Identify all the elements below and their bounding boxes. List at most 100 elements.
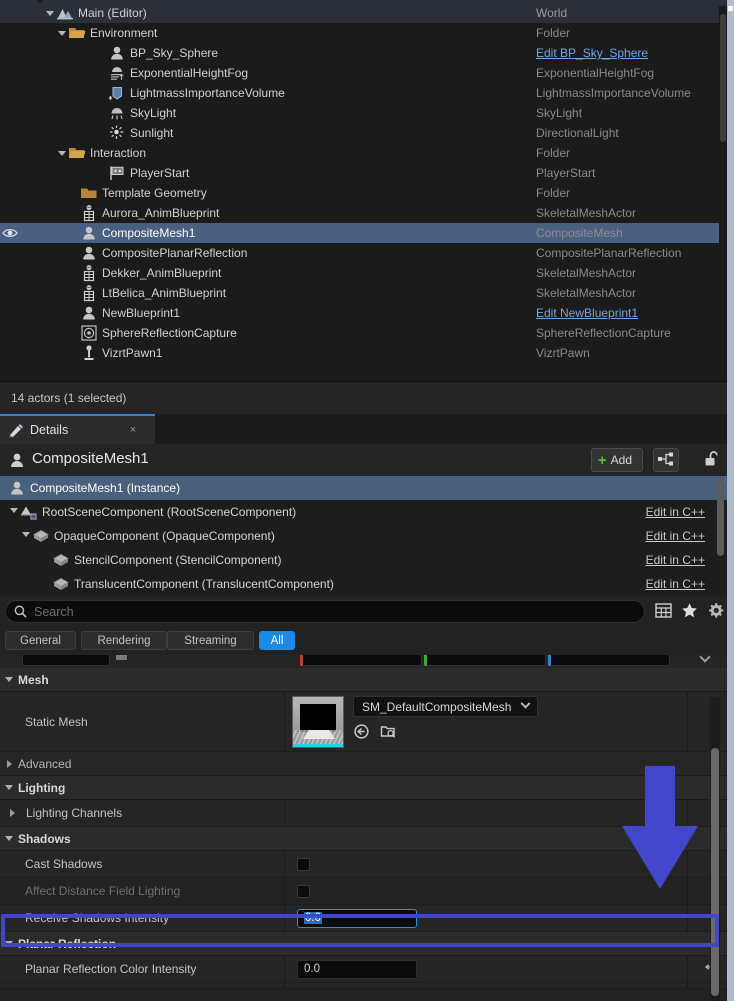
component-tree-row[interactable]: CompositeMesh1 (Instance): [0, 476, 727, 500]
outliner-scrollbar-thumb[interactable]: [720, 14, 726, 142]
actor-icon: [8, 479, 26, 497]
static-mesh-reset-cell: [687, 692, 727, 751]
category-advanced[interactable]: Advanced: [0, 752, 727, 776]
cast-shadows-checkbox[interactable]: [297, 858, 310, 871]
scale-revert-icon[interactable]: [699, 655, 710, 663]
outliner-row[interactable]: ExponentialHeightFog ExponentialHeightFog: [0, 63, 727, 83]
cast-shadows-label: Cast Shadows: [0, 851, 285, 877]
scale-y-field[interactable]: [424, 655, 546, 666]
component-tree-row[interactable]: TranslucentComponent (TranslucentCompone…: [0, 572, 727, 596]
tab-details[interactable]: Details ×: [0, 414, 155, 444]
outliner-row[interactable]: Dekker_AnimBlueprintSkeletalMeshActor: [0, 263, 727, 283]
visibility-eye-icon[interactable]: [2, 226, 18, 240]
scale-z-field[interactable]: [548, 655, 670, 666]
component-graph-button[interactable]: [653, 448, 679, 472]
chevron-down-icon[interactable]: [57, 23, 68, 43]
category-advanced-label: Advanced: [18, 757, 71, 771]
outliner-row[interactable]: CompositeMesh1CompositeMesh: [0, 223, 727, 243]
column-view-icon[interactable]: [655, 602, 673, 620]
outliner-row[interactable]: CompositePlanarReflectionCompositePlanar…: [0, 243, 727, 263]
category-lighting[interactable]: Lighting: [0, 776, 727, 800]
favorites-star-icon[interactable]: [681, 602, 699, 620]
edit-in-cpp-link[interactable]: Edit in C++: [646, 524, 705, 548]
category-mesh-label: Mesh: [18, 673, 49, 687]
outliner-row[interactable]: LightmassImportanceVolumeLightmassImport…: [0, 83, 727, 103]
outliner-row-label: Template Geometry: [102, 183, 207, 203]
actor-icon: [108, 44, 126, 62]
outliner-row[interactable]: LtBelica_AnimBlueprintSkeletalMeshActor: [0, 283, 727, 303]
outliner-row[interactable]: SphereReflectionCaptureSphereReflectionC…: [0, 323, 727, 343]
browse-to-asset-icon[interactable]: [353, 723, 371, 741]
filter-button-general[interactable]: General: [5, 631, 76, 650]
lighting-channels-cell[interactable]: Lighting Channels: [0, 800, 285, 826]
add-component-button[interactable]: + Add: [591, 448, 643, 472]
outliner-row-label: ExponentialHeightFog: [130, 63, 248, 83]
outliner-row[interactable]: Interaction Folder: [0, 143, 727, 163]
component-tree-row[interactable]: StencilComponent (StencilComponent) Edit …: [0, 548, 727, 572]
outliner-row[interactable]: BP_Sky_SphereEdit BP_Sky_Sphere: [0, 43, 727, 63]
outliner-edit-link[interactable]: Edit NewBlueprint1: [536, 303, 638, 323]
edit-in-cpp-link[interactable]: Edit in C++: [646, 500, 705, 524]
outliner-row[interactable]: EnvironmentFolder: [0, 23, 727, 43]
search-input[interactable]: [34, 605, 614, 619]
edit-in-cpp-link[interactable]: Edit in C++: [646, 572, 705, 596]
unreal-editor-window: Main (Editor)WorldEnvironmentFolderBP_Sk…: [0, 0, 734, 1001]
edit-in-cpp-link[interactable]: Edit in C++: [646, 548, 705, 572]
outliner-edit-link[interactable]: Edit BP_Sky_Sphere: [536, 43, 648, 63]
category-shadows[interactable]: Shadows: [0, 827, 727, 851]
component-tree-scrollbar-thumb[interactable]: [717, 480, 724, 556]
outliner-row[interactable]: SkyLightSkyLight: [0, 103, 727, 123]
lighting-channels-label: Lighting Channels: [26, 806, 122, 820]
outliner-row[interactable]: Aurora_AnimBlueprintSkeletalMeshActor: [0, 203, 727, 223]
outliner-row[interactable]: VizrtPawn1VizrtPawn: [0, 343, 727, 363]
chevron-down-icon[interactable]: [45, 3, 56, 23]
component-tree-row[interactable]: RootSceneComponent (RootSceneComponent)E…: [0, 500, 727, 524]
scale-combo-partial[interactable]: [22, 655, 110, 666]
mesh-component-icon: [32, 527, 50, 545]
receive-shadows-input[interactable]: 0.0: [297, 909, 417, 928]
category-planar-reflection-label: Planar Reflection: [18, 937, 116, 951]
scale-x-field[interactable]: [300, 655, 422, 666]
category-mesh[interactable]: Mesh: [0, 668, 727, 692]
static-mesh-thumbnail[interactable]: [292, 696, 344, 748]
lock-details-button[interactable]: [699, 448, 723, 472]
details-search-row: [0, 596, 727, 628]
settings-gear-icon[interactable]: [707, 602, 725, 620]
close-icon[interactable]: ×: [127, 424, 139, 436]
outliner-row[interactable]: NewBlueprint1Edit NewBlueprint1: [0, 303, 727, 323]
planar-reflection-color-input[interactable]: 0.0: [297, 960, 417, 979]
outliner-row-type: Folder: [536, 143, 570, 163]
chevron-down-icon[interactable]: [57, 143, 68, 163]
affect-distance-field-checkbox[interactable]: [297, 885, 310, 898]
category-shadows-label: Shadows: [18, 832, 71, 846]
component-tree-label: StencilComponent (StencilComponent): [74, 548, 281, 572]
receive-shadows-label: Receive Shadows Intensity: [0, 905, 285, 931]
lock-ratio-icon[interactable]: [116, 655, 127, 660]
use-selected-asset-icon[interactable]: [380, 723, 398, 741]
outliner-row[interactable]: Main (Editor)World: [0, 3, 727, 23]
outliner-row-type: Folder: [536, 23, 570, 43]
outliner-row-label: Interaction: [90, 143, 146, 163]
filter-button-streaming[interactable]: Streaming: [167, 631, 254, 650]
static-mesh-combo[interactable]: SM_DefaultCompositeMesh: [353, 696, 538, 717]
edge-notch: [728, 6, 733, 11]
outliner-row-type: ExponentialHeightFog: [536, 63, 654, 83]
outliner-row-type: PlayerStart: [536, 163, 595, 183]
chevron-down-icon[interactable]: [21, 524, 32, 548]
actor-icon: [80, 224, 98, 242]
search-box[interactable]: [5, 600, 645, 623]
outliner-row[interactable]: Template GeometryFolder: [0, 183, 727, 203]
outliner-row[interactable]: PlayerStartPlayerStart: [0, 163, 727, 183]
row-receive-shadows-intensity: Receive Shadows Intensity 0.0: [0, 905, 727, 932]
property-scrollbar-thumb[interactable]: [711, 748, 719, 996]
skeleton-icon: [80, 264, 98, 282]
chevron-down-icon[interactable]: [9, 500, 20, 524]
outliner-row[interactable]: SunlightDirectionalLight: [0, 123, 727, 143]
outliner-scrollbar-track[interactable]: [719, 6, 727, 384]
actor-icon: [8, 451, 26, 469]
filter-button-all[interactable]: All: [259, 631, 295, 650]
outliner-row-label: Sunlight: [130, 123, 173, 143]
category-planar-reflection[interactable]: Planar Reflection: [0, 932, 727, 956]
component-tree-row[interactable]: OpaqueComponent (OpaqueComponent)Edit in…: [0, 524, 727, 548]
filter-button-rendering[interactable]: Rendering: [81, 631, 167, 650]
